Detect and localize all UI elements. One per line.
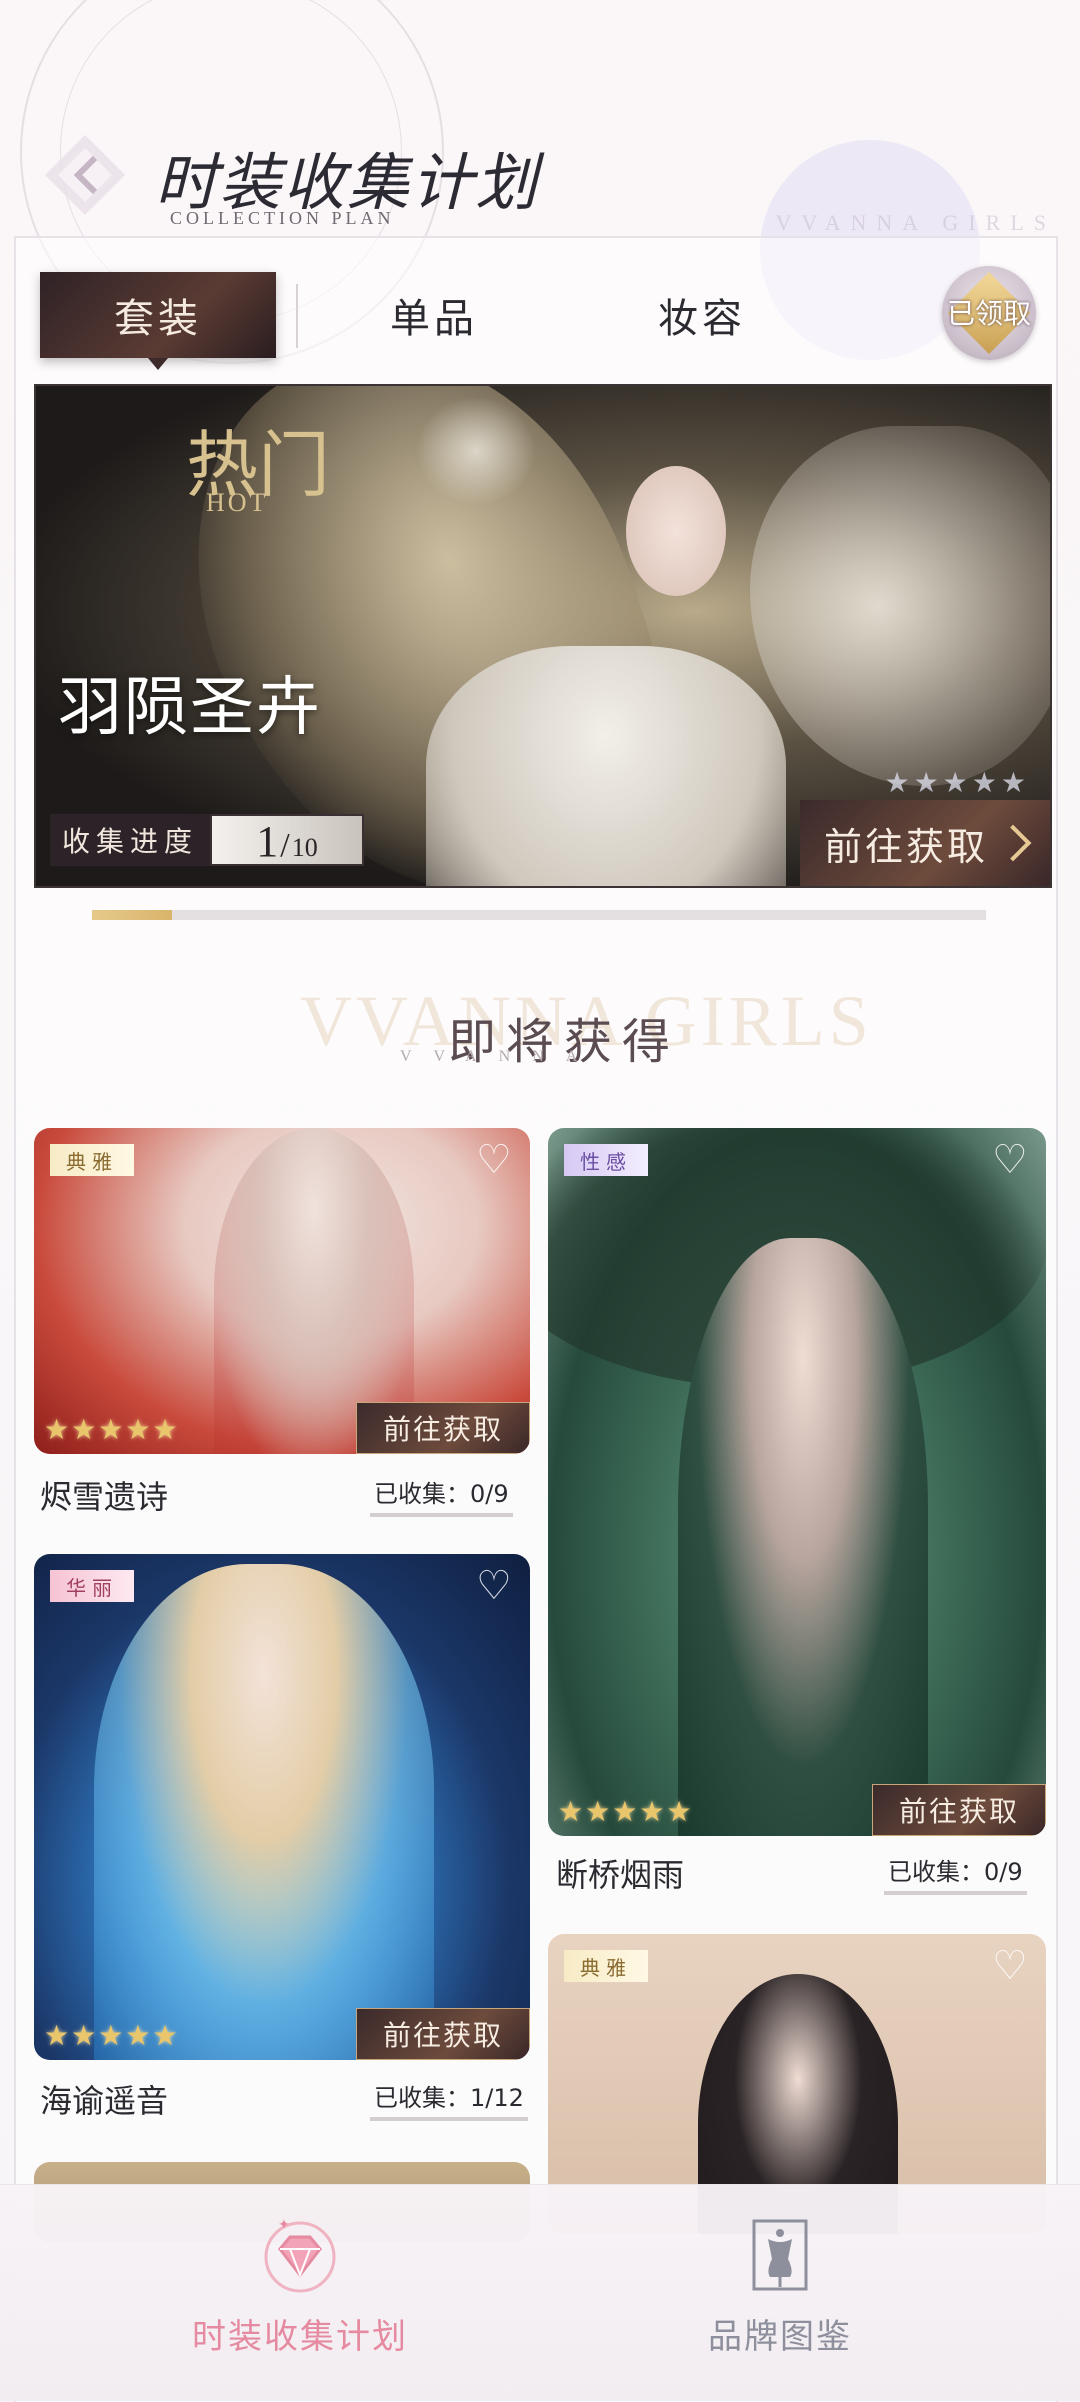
style-tag: 典雅 <box>564 1950 648 1982</box>
card-art-figure <box>94 1564 434 2060</box>
star-icon: ★ <box>71 2019 97 2052</box>
star-icon: ★ <box>639 1795 665 1828</box>
star-icon: ★ <box>1000 766 1026 799</box>
claimed-label: 已领取 <box>946 297 1031 330</box>
card-stars: ★ ★ ★ ★ ★ <box>44 2019 178 2052</box>
nav-label: 时装收集计划 <box>192 2317 408 2357</box>
card-art-figure <box>678 1238 928 1836</box>
nav-label: 品牌图鉴 <box>708 2317 852 2357</box>
style-tag: 华丽 <box>50 1570 134 1602</box>
back-button[interactable] <box>40 130 130 220</box>
page-subtitle: COLLECTION PLAN <box>170 208 395 228</box>
star-icon: ★ <box>125 2019 151 2052</box>
tab-outfits[interactable]: 套装 <box>40 272 276 370</box>
card-collected: 已收集：0/9 <box>370 1474 513 1517</box>
bottom-nav: ✦ 时装收集计划 品牌图鉴 <box>0 2184 1080 2401</box>
star-icon: ★ <box>585 1795 611 1828</box>
diamond-icon: ✦ <box>260 2215 340 2295</box>
card-goto-button[interactable]: 前往获取 <box>872 1784 1046 1836</box>
star-icon: ★ <box>125 1413 151 1446</box>
star-icon: ★ <box>666 1795 692 1828</box>
nav-brand-catalog[interactable]: 品牌图鉴 <box>630 2215 930 2358</box>
star-icon: ★ <box>612 1795 638 1828</box>
favorite-heart-icon[interactable]: ♡ <box>476 1566 516 1606</box>
favorite-heart-icon[interactable]: ♡ <box>992 1140 1032 1180</box>
banner-art-dress <box>426 646 786 886</box>
outfit-card[interactable]: 华丽 ♡ ★ ★ ★ ★ ★ 前往获取 <box>34 1554 530 2060</box>
progress-fill <box>92 910 173 920</box>
banner-art-wing <box>750 426 1050 786</box>
tab-label: 套装 <box>114 296 202 342</box>
star-icon: ★ <box>98 2019 124 2052</box>
card-name: 断桥烟雨 <box>556 1856 685 1894</box>
star-icon: ★ <box>913 766 939 799</box>
progress-current: 1 <box>256 817 279 866</box>
card-collected: 已收集：0/9 <box>884 1852 1027 1895</box>
chevron-right-icon <box>994 824 1032 862</box>
progress-value: 1 / 10 <box>210 814 365 866</box>
claimed-reward-button[interactable]: 已领取 <box>942 266 1036 360</box>
divider <box>296 284 298 348</box>
star-icon: ★ <box>152 1413 178 1446</box>
star-icon: ★ <box>558 1795 584 1828</box>
outfit-card[interactable]: 性感 ♡ ★ ★ ★ ★ ★ 前往获取 <box>548 1128 1046 1836</box>
favorite-heart-icon[interactable]: ♡ <box>992 1946 1032 1986</box>
style-tag: 性感 <box>564 1144 648 1176</box>
hot-en-label: HOT <box>206 488 269 517</box>
card-stars: ★ ★ ★ ★ ★ <box>558 1795 692 1828</box>
favorite-heart-icon[interactable]: ♡ <box>476 1140 516 1180</box>
progress-slash: / <box>280 827 290 864</box>
tab-items[interactable]: 单品 <box>390 286 478 344</box>
card-goto-button[interactable]: 前往获取 <box>356 2008 530 2060</box>
card-name: 烬雪遗诗 <box>40 1478 169 1516</box>
mannequin-icon <box>740 2215 820 2295</box>
back-arrow-icon <box>45 135 125 215</box>
card-name: 海谕遥音 <box>40 2082 169 2120</box>
progress-label: 收集进度 <box>50 814 211 866</box>
star-icon: ★ <box>98 1413 124 1446</box>
banner-art-face <box>626 466 726 596</box>
featured-banner[interactable]: 热门 HOT 羽陨圣卉 ★ ★ ★ ★ ★ 收集进度 1 / 10 前往获取 <box>34 384 1052 888</box>
star-icon: ★ <box>44 1413 70 1446</box>
progress-total: 10 <box>291 833 318 862</box>
card-collected: 已收集：1/12 <box>370 2078 528 2121</box>
star-icon: ★ <box>71 1413 97 1446</box>
star-icon: ★ <box>44 2019 70 2052</box>
star-icon: ★ <box>884 766 910 799</box>
collection-progress: 收集进度 1 / 10 <box>50 814 365 866</box>
nav-collection-plan[interactable]: ✦ 时装收集计划 <box>150 2215 450 2358</box>
active-tab-pointer <box>148 358 168 370</box>
banner-art-ornament <box>416 396 536 506</box>
star-icon: ★ <box>971 766 997 799</box>
star-icon: ★ <box>152 2019 178 2052</box>
banner-stars: ★ ★ ★ ★ ★ <box>884 766 1026 799</box>
section-subtitle: VVANNA <box>400 1048 600 1065</box>
banner-goto-button[interactable]: 前往获取 <box>800 800 1050 886</box>
card-stars: ★ ★ ★ ★ ★ <box>44 1413 178 1446</box>
collection-progress-bar <box>92 910 986 920</box>
banner-set-name: 羽陨圣卉 <box>58 671 322 745</box>
outfit-card[interactable]: 典雅 ♡ ★ ★ ★ ★ ★ 前往获取 <box>34 1128 530 1454</box>
svg-text:✦: ✦ <box>278 2217 290 2233</box>
card-goto-button[interactable]: 前往获取 <box>356 1402 530 1454</box>
style-tag: 典雅 <box>50 1144 134 1176</box>
tab-makeup[interactable]: 妆容 <box>658 286 746 344</box>
brand-watermark: VVANNA GIRLS <box>775 210 1056 235</box>
header: 时装收集计划 COLLECTION PLAN VVANNA GIRLS <box>0 0 1080 364</box>
star-icon: ★ <box>942 766 968 799</box>
goto-label: 前往获取 <box>823 824 988 869</box>
